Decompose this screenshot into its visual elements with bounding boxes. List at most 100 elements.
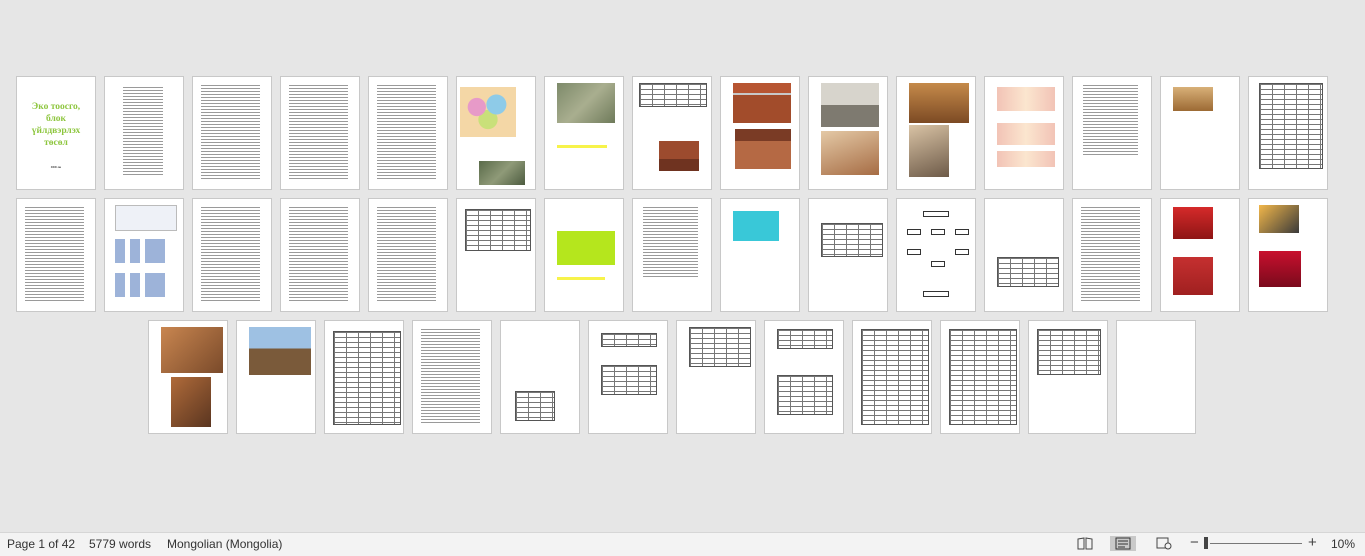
text-line bbox=[201, 115, 260, 116]
page-thumbnail[interactable] bbox=[808, 198, 888, 312]
text-line bbox=[421, 380, 480, 381]
text-line bbox=[643, 243, 698, 244]
page-thumbnail[interactable] bbox=[940, 320, 1020, 434]
text-line bbox=[1083, 148, 1138, 149]
page-thumbnail[interactable] bbox=[104, 198, 184, 312]
equipment-photo bbox=[161, 327, 223, 373]
page-thumbnail[interactable] bbox=[720, 198, 800, 312]
text-line bbox=[421, 359, 480, 360]
zoom-in-button[interactable]: + bbox=[1308, 534, 1317, 551]
page-thumbnail[interactable]: Эко тоосго, блок үйлдвэрлэх төсөл ХХХ он bbox=[16, 76, 96, 190]
page-count[interactable]: Page 1 of 42 bbox=[7, 537, 75, 551]
text-line bbox=[377, 157, 436, 158]
text-line bbox=[289, 124, 348, 125]
page-thumbnail[interactable] bbox=[1028, 320, 1108, 434]
page-thumbnail[interactable] bbox=[544, 198, 624, 312]
page-thumbnail[interactable] bbox=[1116, 320, 1196, 434]
text-line bbox=[289, 136, 348, 137]
zoom-level[interactable]: 10% bbox=[1331, 537, 1355, 551]
page-thumbnail[interactable] bbox=[368, 198, 448, 312]
proofing-language[interactable]: Mongolian (Mongolia) bbox=[167, 537, 282, 551]
text-line bbox=[377, 145, 436, 146]
page-thumbnail[interactable] bbox=[1160, 76, 1240, 190]
data-table bbox=[601, 365, 657, 395]
text-line bbox=[201, 109, 260, 110]
page-thumbnail[interactable] bbox=[984, 198, 1064, 312]
text-line bbox=[25, 210, 84, 211]
text-line bbox=[123, 156, 163, 157]
page-thumbnail[interactable] bbox=[324, 320, 404, 434]
zoom-slider[interactable] bbox=[1210, 543, 1302, 544]
text-line bbox=[1083, 91, 1138, 92]
text-line bbox=[1081, 300, 1140, 301]
text-line bbox=[1083, 100, 1138, 101]
word-count[interactable]: 5779 words bbox=[89, 537, 151, 551]
text-line bbox=[421, 401, 480, 402]
page-thumbnail[interactable] bbox=[500, 320, 580, 434]
document-workspace[interactable]: Эко тоосго, блок үйлдвэрлэх төсөл ХХХ он bbox=[0, 0, 1365, 532]
text-line bbox=[377, 249, 436, 250]
page-thumbnail[interactable] bbox=[1160, 198, 1240, 312]
page-thumbnail[interactable] bbox=[764, 320, 844, 434]
truck-photo bbox=[1259, 251, 1301, 287]
page-thumbnail[interactable] bbox=[412, 320, 492, 434]
page-thumbnail[interactable] bbox=[192, 198, 272, 312]
web-layout-icon[interactable] bbox=[1156, 536, 1172, 551]
zoom-out-button[interactable]: − bbox=[1190, 534, 1199, 551]
text-line bbox=[643, 276, 698, 277]
page-thumbnail[interactable] bbox=[1248, 198, 1328, 312]
text-line bbox=[377, 237, 436, 238]
text-line bbox=[421, 395, 480, 396]
page-thumbnail[interactable] bbox=[104, 76, 184, 190]
page-thumbnail[interactable] bbox=[1072, 76, 1152, 190]
page-thumbnail[interactable] bbox=[192, 76, 272, 190]
page-thumbnail[interactable] bbox=[896, 76, 976, 190]
text-line bbox=[1081, 243, 1140, 244]
text-line bbox=[201, 276, 260, 277]
page-thumbnail[interactable] bbox=[280, 76, 360, 190]
page-thumbnail[interactable] bbox=[588, 320, 668, 434]
data-table bbox=[515, 391, 555, 421]
text-line bbox=[377, 300, 436, 301]
text-line bbox=[289, 294, 348, 295]
text-line bbox=[201, 118, 260, 119]
page-thumbnail[interactable] bbox=[368, 76, 448, 190]
text-line bbox=[643, 228, 698, 229]
zoom-slider-thumb[interactable] bbox=[1204, 537, 1208, 549]
text-line bbox=[1081, 282, 1140, 283]
text-line bbox=[289, 270, 348, 271]
text-line bbox=[201, 85, 260, 86]
text-line bbox=[377, 231, 436, 232]
page-thumbnail[interactable] bbox=[148, 320, 228, 434]
text-line bbox=[1081, 276, 1140, 277]
page-thumbnail[interactable] bbox=[852, 320, 932, 434]
page-thumbnail[interactable] bbox=[236, 320, 316, 434]
text-line bbox=[421, 356, 480, 357]
text-line bbox=[289, 106, 348, 107]
page-thumbnail[interactable] bbox=[632, 198, 712, 312]
page-thumbnail[interactable] bbox=[676, 320, 756, 434]
page-thumbnail[interactable] bbox=[896, 198, 976, 312]
page-thumbnail[interactable] bbox=[280, 198, 360, 312]
page-thumbnail[interactable] bbox=[808, 76, 888, 190]
page-thumbnail[interactable] bbox=[1072, 198, 1152, 312]
text-line bbox=[1081, 261, 1140, 262]
page-thumbnail[interactable] bbox=[984, 76, 1064, 190]
print-layout-icon[interactable] bbox=[1110, 536, 1136, 551]
page-thumbnail[interactable] bbox=[1248, 76, 1328, 190]
read-mode-icon[interactable] bbox=[1077, 536, 1093, 551]
page-thumbnail[interactable] bbox=[720, 76, 800, 190]
page-thumbnail[interactable] bbox=[456, 198, 536, 312]
text-line bbox=[1083, 136, 1138, 137]
text-line bbox=[289, 97, 348, 98]
text-line bbox=[289, 145, 348, 146]
page-thumbnail[interactable] bbox=[16, 198, 96, 312]
text-line bbox=[289, 261, 348, 262]
text-line bbox=[25, 207, 84, 208]
page-thumbnail[interactable] bbox=[632, 76, 712, 190]
text-line bbox=[1081, 240, 1140, 241]
text-line bbox=[421, 353, 480, 354]
page-thumbnail[interactable] bbox=[456, 76, 536, 190]
page-thumbnail[interactable] bbox=[544, 76, 624, 190]
text-line bbox=[377, 207, 436, 208]
